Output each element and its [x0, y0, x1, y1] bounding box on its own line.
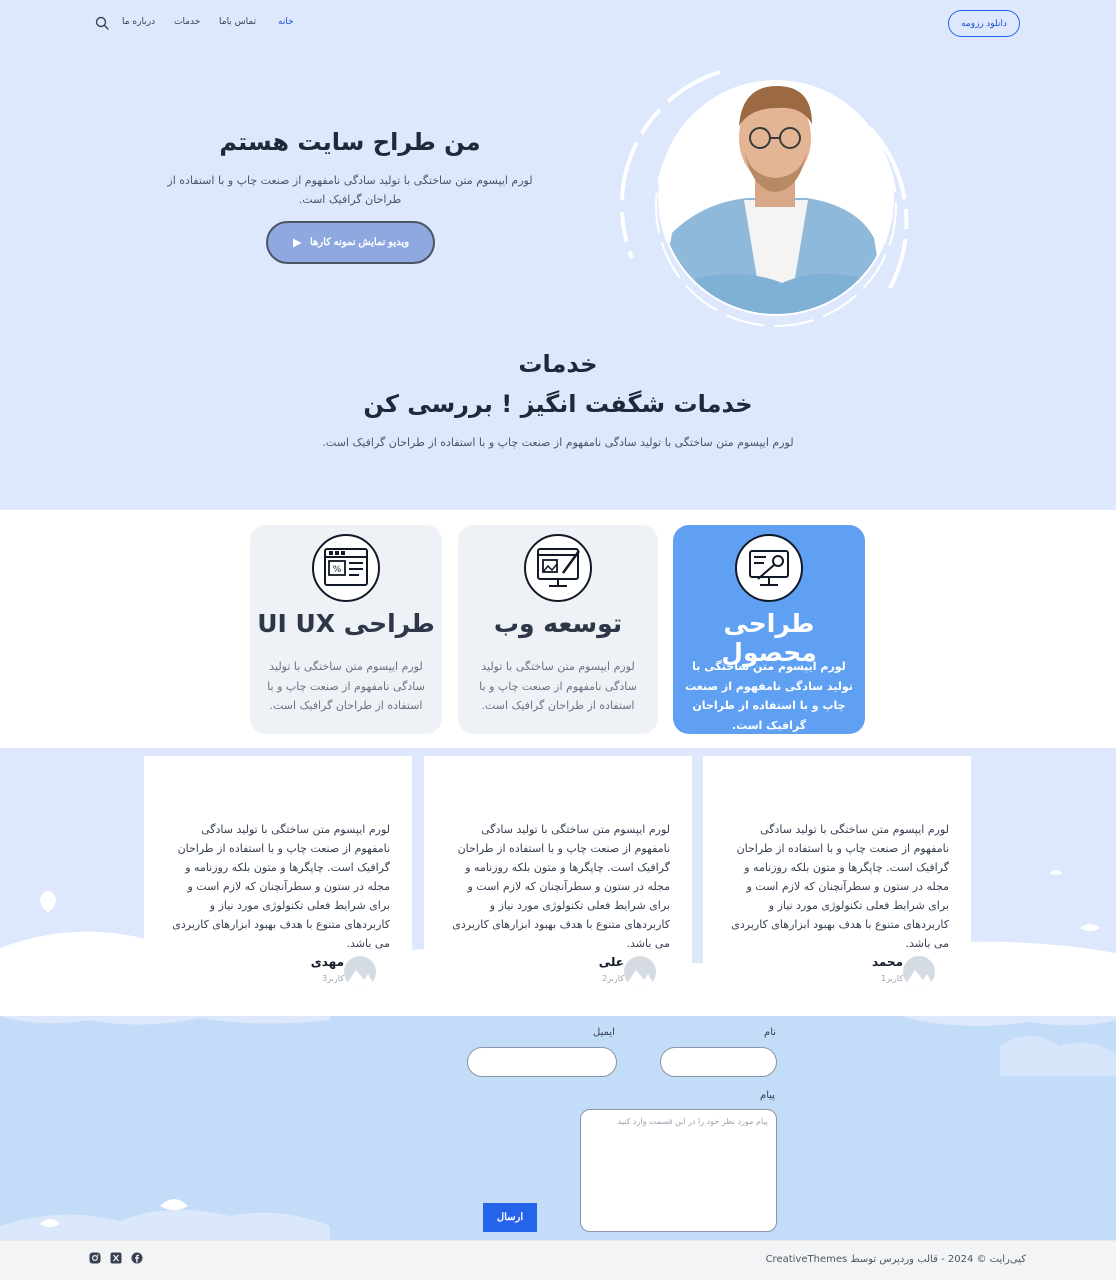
nav-about[interactable]: درباره ما	[122, 17, 155, 27]
ui-ux-design-icon: %	[312, 534, 380, 602]
x-icon[interactable]	[110, 1252, 122, 1264]
email-field[interactable]	[467, 1047, 617, 1077]
download-resume-button[interactable]: دانلود رزومه	[948, 10, 1020, 37]
service-card-description: لورم ایپسوم متن ساختگی با تولید سادگی نا…	[267, 660, 425, 712]
portfolio-video-button[interactable]: ویدیو نمایش نمونه کارها	[266, 221, 435, 264]
video-button-label: ویدیو نمایش نمونه کارها	[309, 237, 410, 248]
name-field[interactable]	[660, 1047, 777, 1077]
service-card-title: توسعه وب	[493, 609, 623, 638]
testimonial-name: محمد	[871, 955, 903, 969]
testimonial-role: کاربر2	[602, 974, 624, 983]
service-card-title: طراحی UI UX	[257, 609, 435, 638]
nav-contact[interactable]: تماس باما	[219, 17, 256, 27]
service-card-ui-ux-design[interactable]: % طراحی UI UX لورم ایپسوم متن ساختگی با …	[250, 525, 442, 734]
avatar	[903, 956, 935, 988]
services-kicker: خدمات	[518, 350, 598, 378]
testimonial-name: علی	[598, 955, 624, 969]
testimonial-role: کاربر1	[881, 974, 903, 983]
send-button[interactable]: ارسال	[483, 1203, 537, 1232]
service-card-description: لورم ایپسوم متن ساختگی با تولید سادگی نا…	[479, 660, 637, 712]
play-icon	[292, 238, 302, 247]
email-label: ایمیل	[593, 1027, 615, 1038]
avatar	[344, 956, 376, 988]
testimonial-text: لورم ایپسوم متن ساختگی با تولید سادگی نا…	[452, 823, 670, 950]
testimonial-text: لورم ایپسوم متن ساختگی با تولید سادگی نا…	[172, 823, 390, 950]
testimonial-card: لورم ایپسوم متن ساختگی با تولید سادگی نا…	[703, 756, 971, 1009]
services-description: لورم ایپسوم متن ساختگی با تولید سادگی نا…	[322, 436, 794, 449]
hero-portrait	[612, 58, 912, 348]
facebook-icon[interactable]	[131, 1252, 143, 1264]
service-card-product-design[interactable]: طراحی محصول لورم ایپسوم متن ساختگی با تو…	[673, 525, 865, 734]
hero-title: من طراح سایت هستم	[219, 128, 481, 156]
web-development-icon	[524, 534, 592, 602]
hero-description: لورم ایپسوم متن ساختگی با تولید سادگی نا…	[167, 174, 533, 206]
testimonial-role: کاربر3	[322, 974, 344, 983]
product-design-icon	[735, 534, 803, 602]
copyright-text: کپی‌رایت © 2024 - قالب وردپرس توسط Creat…	[765, 1254, 1026, 1265]
main-nav: خانه تماس باما خدمات درباره ما	[120, 17, 296, 31]
instagram-icon[interactable]	[89, 1252, 101, 1264]
message-label: پیام	[760, 1090, 776, 1101]
testimonial-name: مهدی	[310, 955, 344, 969]
svg-text:%: %	[333, 565, 342, 575]
services-title: خدمات شگفت انگیز ! بررسی کن	[363, 390, 753, 418]
name-label: نام	[764, 1027, 777, 1038]
testimonial-card: لورم ایپسوم متن ساختگی با تولید سادگی نا…	[424, 756, 692, 1009]
message-placeholder: پیام مورد نظر خود را در این قسمت وارد کن…	[617, 1117, 768, 1126]
avatar	[624, 956, 656, 988]
search-icon[interactable]	[95, 16, 109, 30]
site-footer: کپی‌رایت © 2024 - قالب وردپرس توسط Creat…	[0, 1240, 1116, 1280]
message-field[interactable]: پیام مورد نظر خود را در این قسمت وارد کن…	[580, 1109, 777, 1232]
service-card-web-development[interactable]: توسعه وب لورم ایپسوم متن ساختگی با تولید…	[458, 525, 658, 734]
nav-home[interactable]: خانه	[278, 17, 294, 27]
testimonial-card: لورم ایپسوم متن ساختگی با تولید سادگی نا…	[144, 756, 412, 1009]
site-header: دانلود رزومه خانه تماس باما خدمات درباره…	[0, 0, 1116, 50]
testimonial-text: لورم ایپسوم متن ساختگی با تولید سادگی نا…	[731, 823, 949, 950]
service-card-description: لورم ایپسوم متن ساختگی با تولید سادگی نا…	[685, 660, 853, 732]
nav-services[interactable]: خدمات	[174, 17, 200, 27]
